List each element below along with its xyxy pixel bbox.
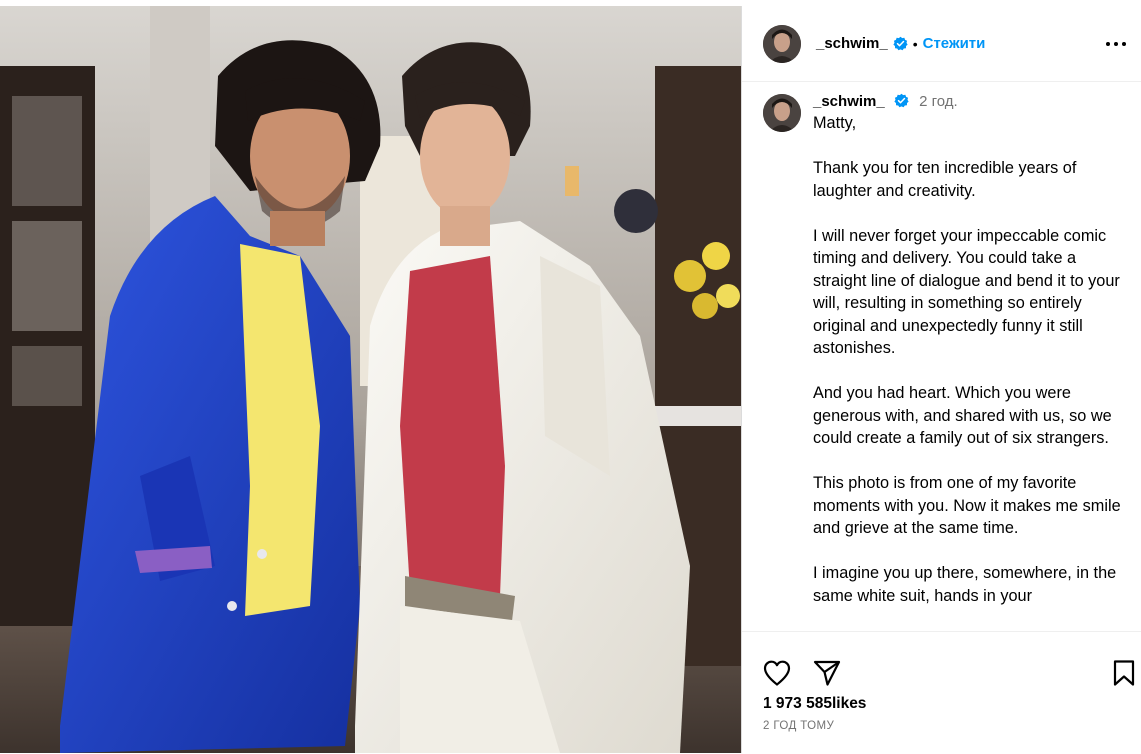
author-avatar[interactable]: [763, 24, 801, 63]
caption-time[interactable]: 2 год.: [919, 93, 958, 110]
verified-badge-icon: [894, 93, 909, 108]
heart-icon[interactable]: [762, 659, 792, 687]
post-photo[interactable]: [0, 6, 741, 753]
avatar-image: [763, 24, 801, 63]
caption-username[interactable]: _schwim_: [813, 93, 885, 110]
post-side-panel: _schwim_ • Стежити _schwim_ 2 год. Matty…: [741, 6, 1141, 753]
likes-count[interactable]: 1 973 585likes: [763, 695, 866, 713]
post-photo-illustration: [0, 6, 741, 753]
post-actions: 1 973 585likes 2 ГОД ТОМУ: [742, 631, 1141, 754]
bookmark-icon[interactable]: [1112, 659, 1136, 687]
post-header: _schwim_ • Стежити: [742, 6, 1141, 82]
follow-button[interactable]: Стежити: [923, 35, 986, 52]
avatar-image: [763, 94, 801, 132]
more-options-icon[interactable]: [1104, 34, 1128, 54]
caption-text: Matty, Thank you for ten incredible year…: [813, 114, 1121, 605]
caption-header: _schwim_ 2 год.: [813, 92, 1141, 112]
header-separator: •: [912, 35, 918, 52]
caption-comment: _schwim_ 2 год. Matty, Thank you for ten…: [742, 82, 1141, 607]
caption-scroll-area[interactable]: _schwim_ 2 год. Matty, Thank you for ten…: [742, 82, 1141, 631]
send-icon[interactable]: [812, 659, 842, 687]
post-timestamp[interactable]: 2 ГОД ТОМУ: [763, 720, 834, 732]
caption-author-avatar[interactable]: [763, 94, 801, 132]
verified-badge-icon: [893, 36, 908, 51]
author-username[interactable]: _schwim_: [816, 35, 888, 52]
